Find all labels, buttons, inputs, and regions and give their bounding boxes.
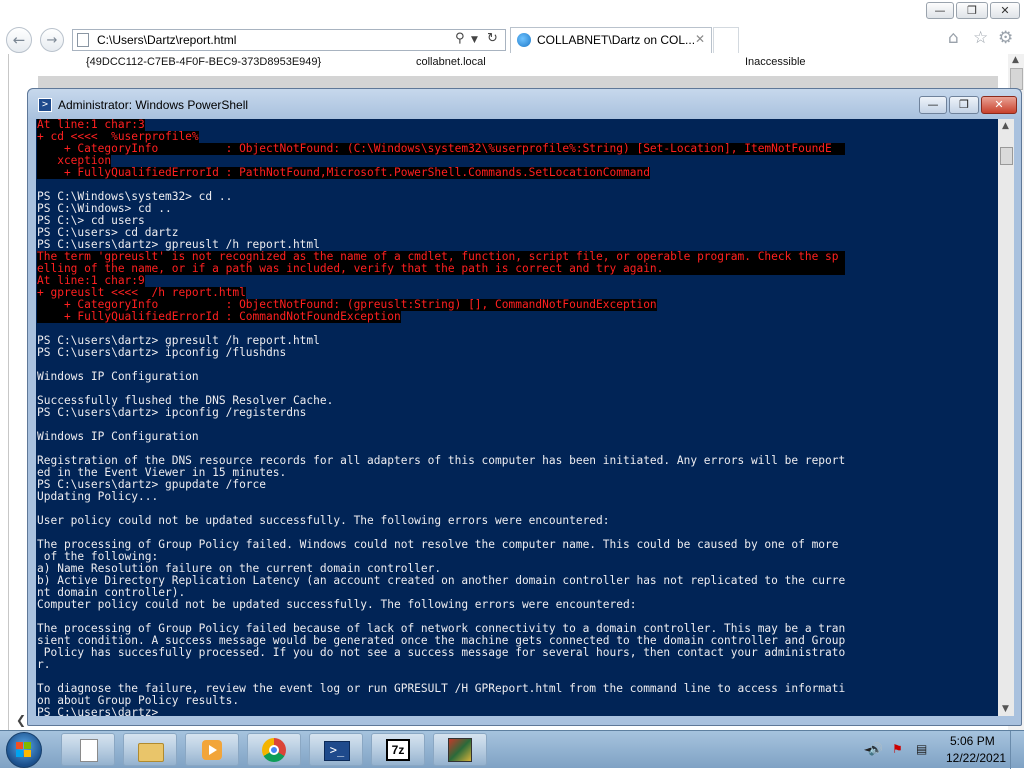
console-line: elling of the name, or if a path was inc…	[37, 263, 846, 275]
console-line: User policy could not be updated success…	[37, 514, 610, 527]
new-tab-button[interactable]	[713, 27, 739, 53]
clock-date[interactable]: 12/22/2021	[946, 751, 1006, 765]
powershell-title-bar[interactable]: > Administrator: Windows PowerShell — ❐ …	[28, 89, 1021, 119]
powershell-icon: >	[38, 98, 52, 112]
page-left-border	[8, 54, 9, 730]
browser-tab[interactable]: COLLABNET\Dartz on COL... ✕	[510, 27, 712, 53]
powershell-console[interactable]: At line:1 char:3 + cd <<<< %userprofile%…	[36, 119, 998, 716]
blank-document-icon	[76, 738, 100, 762]
ie-favicon-icon	[517, 33, 531, 47]
ie-close-button[interactable]: ✕	[990, 2, 1020, 19]
address-url: C:\Users\Dartz\report.html	[97, 33, 237, 47]
windows-explorer-icon	[138, 738, 164, 762]
gpo-domain: collabnet.local	[416, 56, 486, 68]
console-line: PS C:\users\dartz> gpupdate /force	[37, 478, 267, 491]
ps-vertical-scrollbar[interactable]: ▲ ▼	[998, 119, 1014, 716]
console-line: PS C:\Windows> cd ..	[37, 202, 172, 215]
scroll-left-icon[interactable]: ❮	[16, 713, 26, 727]
console-line: PS C:\users\dartz> ipconfig /registerdns	[37, 406, 307, 419]
console-line: PS C:\users\dartz> ipconfig /flushdns	[37, 346, 287, 359]
taskbar-app-button[interactable]	[123, 733, 177, 766]
back-button[interactable]: ←	[6, 27, 32, 53]
page-icon	[77, 33, 89, 47]
start-button[interactable]	[6, 732, 42, 768]
console-line: Updating Policy...	[37, 490, 159, 503]
network-icon[interactable]: ▤	[916, 742, 927, 756]
search-icon[interactable]: ⚲	[455, 31, 465, 46]
chrome-icon	[262, 738, 286, 762]
system-tray: ◄ 🔊 ⚑ ▤ 5:06 PM 12/22/2021	[860, 731, 1024, 769]
powershell-icon: >_	[324, 738, 350, 762]
ps-close-button[interactable]: ✕	[981, 96, 1017, 114]
taskbar: >_ 7z ◄ 🔊 ⚑ ▤ 5:06 PM 12/22/2021	[0, 730, 1024, 769]
powershell-window: > Administrator: Windows PowerShell — ❐ …	[27, 88, 1022, 726]
taskbar-app-button[interactable]: >_	[309, 733, 363, 766]
console-output: At line:1 char:3 + cd <<<< %userprofile%…	[37, 119, 846, 717]
media-player-icon	[200, 738, 224, 762]
ps-scroll-thumb[interactable]	[1000, 147, 1013, 165]
ie-caption-bar: — ❐ ✕	[0, 0, 1024, 24]
console-line: Windows IP Configuration	[37, 370, 199, 383]
ps-minimize-button[interactable]: —	[919, 96, 947, 114]
taskbar-app-button[interactable]: 7z	[371, 733, 425, 766]
refresh-icon[interactable]: ↻	[487, 31, 498, 46]
console-line: Computer policy could not be updated suc…	[37, 598, 637, 611]
tab-title: COLLABNET\Dartz on COL...	[537, 33, 696, 47]
ie-scroll-thumb[interactable]	[1010, 68, 1023, 90]
taskbar-app-button[interactable]	[433, 733, 487, 766]
console-line: Windows IP Configuration	[37, 430, 199, 443]
ps-scroll-down-icon[interactable]: ▼	[1002, 704, 1009, 714]
ps-maximize-button[interactable]: ❐	[949, 96, 979, 114]
tab-close-icon[interactable]: ✕	[695, 32, 705, 46]
7zip-icon: 7z	[386, 738, 410, 762]
taskbar-app-button[interactable]	[185, 733, 239, 766]
console-line: + CategoryInfo : ObjectNotFound: (C:\Win…	[37, 143, 846, 155]
dropdown-arrow-icon[interactable]: ▼	[471, 35, 478, 45]
console-line: Policy has succesfully processed. If you…	[37, 646, 846, 659]
gpo-guid: {49DCC112-C7EB-4F0F-BEC9-373D8953E949}	[86, 56, 322, 68]
action-center-flag-icon[interactable]: ⚑	[892, 742, 903, 756]
powershell-title: Administrator: Windows PowerShell	[58, 98, 249, 112]
console-line: + FullyQualifiedErrorId : PathNotFound,M…	[37, 166, 650, 179]
forward-button[interactable]: →	[40, 28, 64, 52]
show-desktop-button[interactable]	[1010, 731, 1024, 769]
game-icon	[448, 738, 472, 762]
console-line: PS C:\users\dartz>	[37, 706, 159, 717]
home-icon[interactable]: ⌂	[948, 28, 959, 48]
ie-maximize-button[interactable]: ❐	[956, 2, 988, 19]
ie-navigation-bar: ← → C:\Users\Dartz\report.html ⚲ ▼ ↻ COL…	[0, 24, 1024, 54]
scroll-up-icon[interactable]: ▲	[1012, 55, 1019, 65]
clock-time[interactable]: 5:06 PM	[950, 734, 995, 748]
console-line: on about Group Policy results.	[37, 694, 240, 707]
ie-minimize-button[interactable]: —	[926, 2, 954, 19]
favorites-star-icon[interactable]: ☆	[973, 28, 988, 48]
windows-logo-icon	[16, 742, 32, 758]
volume-icon[interactable]: 🔊	[868, 742, 883, 756]
console-line: r.	[37, 658, 51, 671]
console-line: The processing of Group Policy failed. W…	[37, 538, 839, 551]
console-line: + FullyQualifiedErrorId : CommandNotFoun…	[37, 310, 401, 323]
address-bar[interactable]: C:\Users\Dartz\report.html ⚲ ▼ ↻	[72, 29, 506, 51]
tools-gear-icon[interactable]: ⚙	[998, 28, 1013, 48]
ps-scroll-up-icon[interactable]: ▲	[1002, 121, 1009, 131]
gpo-status: Inaccessible	[745, 56, 806, 68]
taskbar-app-button[interactable]	[61, 733, 115, 766]
taskbar-app-button[interactable]	[247, 733, 301, 766]
